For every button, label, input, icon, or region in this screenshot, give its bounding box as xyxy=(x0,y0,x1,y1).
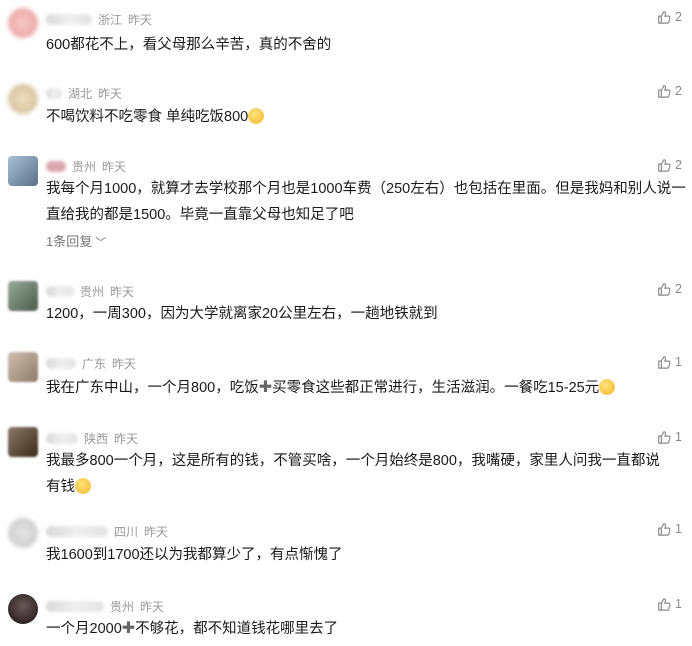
thumbs-up-icon xyxy=(658,159,671,172)
time-label: 昨天 xyxy=(128,13,153,27)
time-label: 昨天 xyxy=(112,357,137,371)
region-label: 贵州 xyxy=(80,285,105,299)
username[interactable] xyxy=(46,161,66,172)
like-button[interactable]: 1 xyxy=(657,597,682,611)
like-button[interactable]: 2 xyxy=(657,10,682,24)
face-emoji-icon xyxy=(599,379,616,395)
like-count: 1 xyxy=(675,597,682,611)
thumbs-up-icon xyxy=(658,11,671,24)
time-label: 昨天 xyxy=(98,87,123,101)
username[interactable] xyxy=(46,601,104,612)
comment-text: 我在广东中山，一个月800，吃饭✚买零食这些都正常进行，生活滋润。一餐吃15-2… xyxy=(46,375,686,401)
like-button[interactable]: 2 xyxy=(657,282,682,296)
comment-meta: 贵州 昨天 xyxy=(46,283,134,300)
username[interactable] xyxy=(46,14,92,25)
comment-text-part: 买零食这些都正常进行，生活滋润。一餐吃15-25元 xyxy=(272,380,600,396)
comment-meta: 贵州 昨天 xyxy=(46,158,126,175)
money-emoji-icon xyxy=(75,478,91,494)
thumbs-up-icon xyxy=(658,283,671,296)
like-count: 2 xyxy=(675,158,682,172)
like-button[interactable]: 1 xyxy=(657,355,682,369)
like-button[interactable]: 1 xyxy=(657,430,682,444)
thumbs-up-icon xyxy=(658,523,671,536)
plus-icon: ✚ xyxy=(121,620,136,637)
chevron-down-icon: ﹀ xyxy=(95,237,107,249)
like-count: 2 xyxy=(675,84,682,98)
time-label: 昨天 xyxy=(144,525,169,539)
like-count: 1 xyxy=(675,430,682,444)
username[interactable] xyxy=(46,286,74,297)
region-label: 广东 xyxy=(82,357,107,371)
thumbs-up-icon xyxy=(658,85,671,98)
username[interactable] xyxy=(46,358,76,369)
comment-meta: 四川 昨天 xyxy=(46,523,168,540)
comment-text-part: 一个月2000 xyxy=(46,621,122,637)
region-label: 陕西 xyxy=(84,432,109,446)
comment-text-part: 不够花，都不知道钱花哪里去了 xyxy=(135,621,339,637)
region-label: 湖北 xyxy=(68,87,93,101)
region-label: 贵州 xyxy=(110,600,135,614)
time-label: 昨天 xyxy=(102,160,127,174)
region-label: 贵州 xyxy=(72,160,97,174)
comment-text-part: 我在广东中山，一个月800，吃饭 xyxy=(46,380,259,396)
region-label: 四川 xyxy=(114,525,139,539)
like-count: 1 xyxy=(675,522,682,536)
comment-text: 我每个月1000，就算才去学校那个月也是1000车费（250左右）也包括在里面。… xyxy=(46,181,686,223)
thumbs-up-icon xyxy=(658,598,671,611)
avatar[interactable] xyxy=(8,281,38,311)
comment-meta: 湖北 昨天 xyxy=(46,85,122,102)
comment-meta: 浙江 昨天 xyxy=(46,11,152,28)
thumbs-up-icon xyxy=(658,356,671,369)
like-count: 2 xyxy=(675,282,682,296)
like-count: 2 xyxy=(675,10,682,24)
comment-text-part: 我最多800一个月，这是所有的钱，不管买啥，一个月始终是800，我嘴硬，家里人问… xyxy=(46,453,660,495)
reply-count-label: 1条回复 xyxy=(46,234,93,249)
avatar[interactable] xyxy=(8,156,38,186)
comment-text: 不喝饮料不吃零食 单纯吃饭800 xyxy=(46,104,686,130)
comment-text: 600都花不上，看父母那么辛苦，真的不舍的 xyxy=(46,37,332,53)
comment-meta: 贵州 昨天 xyxy=(46,598,164,615)
like-button[interactable]: 2 xyxy=(657,158,682,172)
avatar[interactable] xyxy=(8,594,38,624)
comment-meta: 广东 昨天 xyxy=(46,355,136,372)
comment-text: 我最多800一个月，这是所有的钱，不管买啥，一个月始终是800，我嘴硬，家里人问… xyxy=(46,448,674,500)
plus-icon: ✚ xyxy=(258,379,273,396)
comment-text: 1200，一周300，因为大学就离家20公里左右，一趟地铁就到 xyxy=(46,306,438,322)
avatar[interactable] xyxy=(8,518,38,548)
avatar[interactable] xyxy=(8,84,38,114)
avatar[interactable] xyxy=(8,427,38,457)
like-button[interactable]: 1 xyxy=(657,522,682,536)
thumbs-up-icon xyxy=(658,431,671,444)
username[interactable] xyxy=(46,433,78,444)
like-button[interactable]: 2 xyxy=(657,84,682,98)
like-count: 1 xyxy=(675,355,682,369)
comment-text-part: 不喝饮料不吃零食 单纯吃饭800 xyxy=(46,109,249,125)
avatar[interactable] xyxy=(8,8,38,38)
username[interactable] xyxy=(46,526,108,537)
comment-text: 一个月2000✚不够花，都不知道钱花哪里去了 xyxy=(46,616,686,642)
comment-text: 我1600到1700还以为我都算少了，有点惭愧了 xyxy=(46,547,343,563)
username[interactable] xyxy=(46,88,62,99)
avatar[interactable] xyxy=(8,352,38,382)
time-label: 昨天 xyxy=(114,432,139,446)
comment-meta: 陕西 昨天 xyxy=(46,430,138,447)
time-label: 昨天 xyxy=(140,600,165,614)
region-label: 浙江 xyxy=(98,13,123,27)
view-replies-link[interactable]: 1条回复 ﹀ xyxy=(46,231,106,250)
time-label: 昨天 xyxy=(110,285,135,299)
cat-emoji-icon xyxy=(248,108,265,124)
